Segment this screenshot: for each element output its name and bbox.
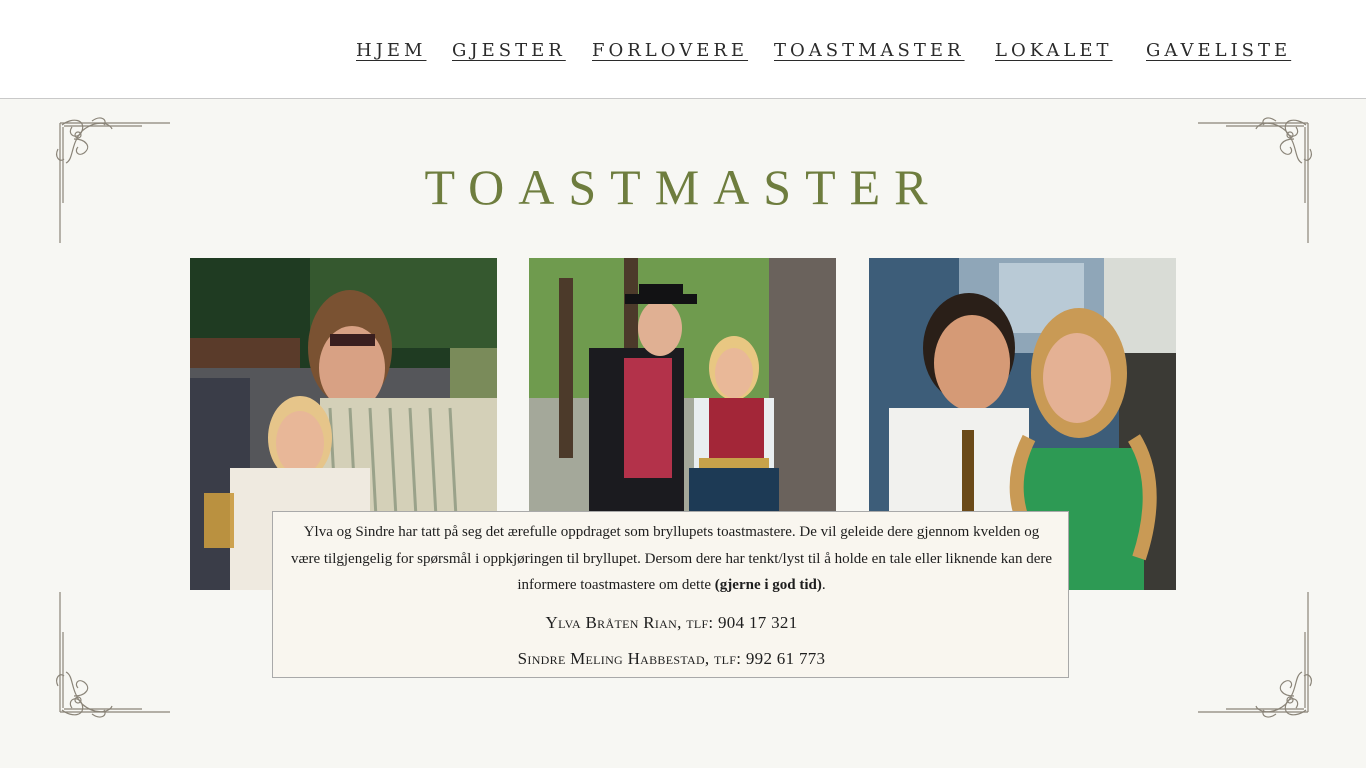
nav-link-lokalet[interactable]: LOKALET xyxy=(995,40,1113,61)
nav-link-hjem[interactable]: HJEM xyxy=(356,40,426,61)
description-bold: (gjerne i god tid) xyxy=(714,577,822,593)
nav-link-gaveliste[interactable]: GAVELISTE xyxy=(1146,40,1291,61)
contact-sindre: Sindre Meling Habbestad, tlf: 992 61 773 xyxy=(517,649,826,668)
nav-link-gjester[interactable]: GJESTER xyxy=(452,40,566,61)
page-title: TOASTMASTER xyxy=(424,159,942,215)
nav-link-forlovere[interactable]: FORLOVERE xyxy=(592,40,748,61)
ornament-corner-bottom-left-icon xyxy=(56,592,170,718)
contact-ylva: Ylva Bråten Rian, tlf: 904 17 321 xyxy=(545,613,798,632)
nav-link-toastmaster[interactable]: TOASTMASTER xyxy=(774,40,965,61)
description-end: . xyxy=(821,577,826,593)
toastmaster-info-box: Ylva og Sindre har tatt på seg det ærefu… xyxy=(272,511,1069,678)
description-text: Ylva og Sindre har tatt på seg det ærefu… xyxy=(290,524,1053,593)
toastmaster-description: Ylva og Sindre har tatt på seg det ærefu… xyxy=(289,519,1054,599)
top-navigation: HJEM GJESTER FORLOVERE TOASTMASTER LOKAL… xyxy=(0,0,1366,99)
ornament-corner-bottom-right-icon xyxy=(1198,592,1312,718)
